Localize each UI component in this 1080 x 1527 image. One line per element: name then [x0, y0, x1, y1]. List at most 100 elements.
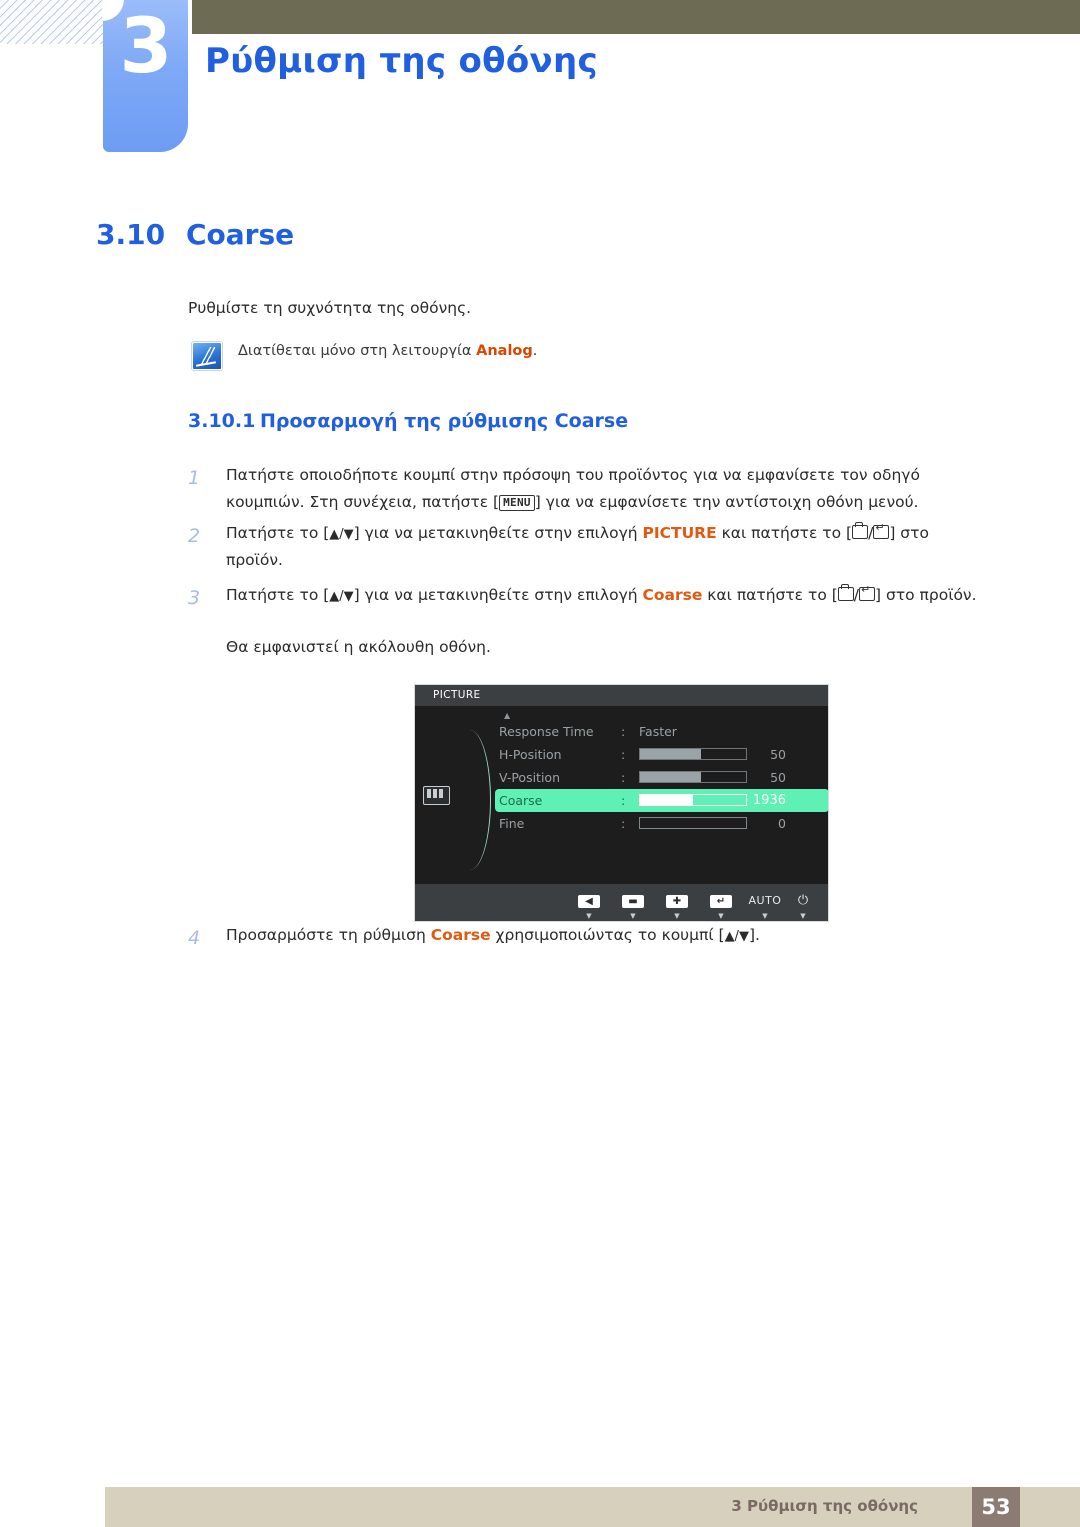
osd-row-h-position[interactable]: H-Position : 50: [499, 743, 819, 766]
section-title: Coarse: [186, 218, 295, 251]
step-result-text: Θα εμφανιστεί η ακόλουθη οθόνη.: [226, 638, 491, 656]
source-button-icon: [852, 522, 869, 539]
osd-number: 0: [778, 816, 786, 831]
header-bar: [192, 0, 1080, 34]
step-3-number: 3: [188, 587, 201, 609]
note-text: Διατίθεται μόνο στη λειτουργία Analog.: [238, 343, 537, 359]
osd-number: 50: [770, 770, 786, 785]
step-4-part1: Προσαρμόστε τη ρύθμιση: [226, 926, 431, 944]
osd-button-sub-arrow: ▼: [674, 912, 680, 920]
step-3: 3 Πατήστε το [▲/▼] για να μετακινηθείτε …: [188, 582, 978, 609]
updown-arrows-icon: ▲/▼: [724, 929, 749, 944]
section-heading: 3.10 Coarse: [96, 218, 294, 251]
step-2-keyword: PICTURE: [642, 524, 717, 542]
osd-button-sub-arrow: ▼: [718, 912, 724, 920]
osd-button-sub-arrow: ▼: [630, 912, 636, 920]
osd-label: Response Time: [499, 724, 594, 739]
source-button-icon: [837, 584, 854, 601]
enter-button-icon: [873, 522, 890, 539]
osd-number: 50: [770, 747, 786, 762]
osd-button-back[interactable]: ◀ ▼: [567, 889, 611, 921]
step-2-text: Πατήστε το [▲/▼] για να μετακινηθείτε στ…: [226, 520, 978, 573]
osd-screenshot: PICTURE ▲ Response Time : Faster H-Posit…: [414, 684, 829, 922]
osd-colon: :: [621, 793, 626, 808]
osd-row-coarse-selected[interactable]: Coarse : 1936: [495, 789, 828, 812]
updown-arrows-icon: ▲/▼: [329, 589, 354, 604]
footer-bar: [105, 1487, 1080, 1527]
osd-slider[interactable]: [639, 817, 747, 829]
osd-divider-arc: [456, 730, 491, 870]
subsection-number: 3.10.1: [188, 410, 256, 432]
osd-title: PICTURE: [415, 685, 828, 706]
osd-row-response-time[interactable]: Response Time : Faster: [499, 720, 819, 743]
plus-icon: ✚: [666, 895, 688, 908]
osd-colon: :: [621, 724, 626, 739]
osd-label: V-Position: [499, 770, 560, 785]
updown-arrows-icon: ▲/▼: [329, 527, 354, 542]
auto-label: AUTO: [748, 894, 782, 907]
chapter-number: 3: [119, 1, 173, 90]
osd-button-sub-arrow: ▼: [586, 912, 592, 920]
osd-button-power[interactable]: ⏻ ▼: [781, 889, 825, 921]
step-1-text: Πατήστε οποιοδήποτε κουμπί στην πρόσοψη …: [226, 462, 958, 515]
step-3-part2: ] για να μετακινηθείτε στην επιλογή: [353, 586, 643, 604]
osd-button-sub-arrow: ▼: [800, 912, 806, 920]
osd-button-minus[interactable]: ▬ ▼: [611, 889, 655, 921]
step-3-keyword: Coarse: [642, 586, 703, 604]
step-2-part1: Πατήστε το [: [226, 524, 330, 542]
chapter-title: Ρύθμιση της οθόνης: [205, 41, 598, 81]
section-number: 3.10: [96, 218, 166, 251]
page-number: 53: [972, 1487, 1020, 1527]
step-2-number: 2: [188, 525, 201, 547]
step-2-part2: ] για να μετακινηθείτε στην επιλογή: [353, 524, 643, 542]
osd-slider[interactable]: [639, 748, 747, 760]
note-keyword: Analog: [476, 343, 533, 359]
enter-icon: ↵: [710, 895, 732, 908]
step-4: 4 Προσαρμόστε τη ρύθμιση Coarse χρησιμοπ…: [188, 922, 978, 949]
footer-chapter-label: 3 Ρύθμιση της οθόνης: [731, 1497, 918, 1515]
osd-colon: :: [621, 816, 626, 831]
osd-slider[interactable]: [639, 794, 747, 806]
subsection-title: Προσαρμογή της ρύθμισης Coarse: [260, 410, 629, 432]
osd-scroll-up-icon[interactable]: ▲: [504, 712, 510, 720]
step-2-part3: και πατήστε το [: [716, 524, 853, 542]
minus-icon: ▬: [622, 895, 644, 908]
osd-label: Coarse: [499, 793, 543, 808]
step-4-part2: χρησιμοποιώντας το κουμπί [: [490, 926, 725, 944]
step-1: 1 Πατήστε οποιοδήποτε κουμπί στην πρόσοψ…: [188, 462, 958, 515]
osd-slider[interactable]: [639, 771, 747, 783]
step-3-part1: Πατήστε το [: [226, 586, 330, 604]
subsection-heading: 3.10.1 Προσαρμογή της ρύθμισης Coarse: [188, 410, 628, 432]
osd-number: 1936: [752, 793, 786, 808]
osd-row-fine[interactable]: Fine : 0: [499, 812, 819, 835]
enter-button-icon: [859, 584, 876, 601]
osd-button-enter[interactable]: ↵ ▼: [699, 889, 743, 921]
osd-label: Fine: [499, 816, 525, 831]
osd-colon: :: [621, 747, 626, 762]
step-4-number: 4: [188, 927, 201, 949]
chapter-tab: 3: [102, 0, 188, 152]
menu-keycap: MENU: [499, 494, 535, 511]
step-2: 2 Πατήστε το [▲/▼] για να μετακινηθείτε …: [188, 520, 978, 573]
note-pencil-icon: [192, 342, 222, 370]
step-3-text: Πατήστε το [▲/▼] για να μετακινηθείτε στ…: [226, 582, 978, 609]
step-3-part4: ] στο προϊόν.: [875, 586, 977, 604]
picture-bars-icon: [423, 786, 450, 805]
back-arrow-icon: ◀: [578, 895, 600, 908]
step-1-part2: ] για να εμφανίσετε την αντίστοιχη οθόνη…: [534, 492, 919, 511]
osd-button-plus[interactable]: ✚ ▼: [655, 889, 699, 921]
osd-button-guide: ◀ ▼ ▬ ▼ ✚ ▼ ↵ ▼ AUTO ▼ ⏻ ▼: [415, 884, 828, 921]
step-3-part3: και πατήστε το [: [702, 586, 838, 604]
step-1-number: 1: [188, 467, 201, 489]
note-text-before: Διατίθεται μόνο στη λειτουργία: [238, 343, 477, 359]
osd-label: H-Position: [499, 747, 562, 762]
step-4-keyword: Coarse: [430, 926, 491, 944]
osd-row-v-position[interactable]: V-Position : 50: [499, 766, 819, 789]
power-icon: ⏻: [797, 893, 809, 908]
note-text-after: .: [532, 343, 538, 359]
osd-colon: :: [621, 770, 626, 785]
osd-body: ▲ Response Time : Faster H-Position : 50…: [415, 706, 828, 884]
step-4-text: Προσαρμόστε τη ρύθμιση Coarse χρησιμοποι…: [226, 922, 978, 949]
step-4-part3: ].: [748, 926, 760, 944]
section-intro-paragraph: Ρυθμίστε τη συχνότητα της οθόνης.: [188, 299, 472, 317]
